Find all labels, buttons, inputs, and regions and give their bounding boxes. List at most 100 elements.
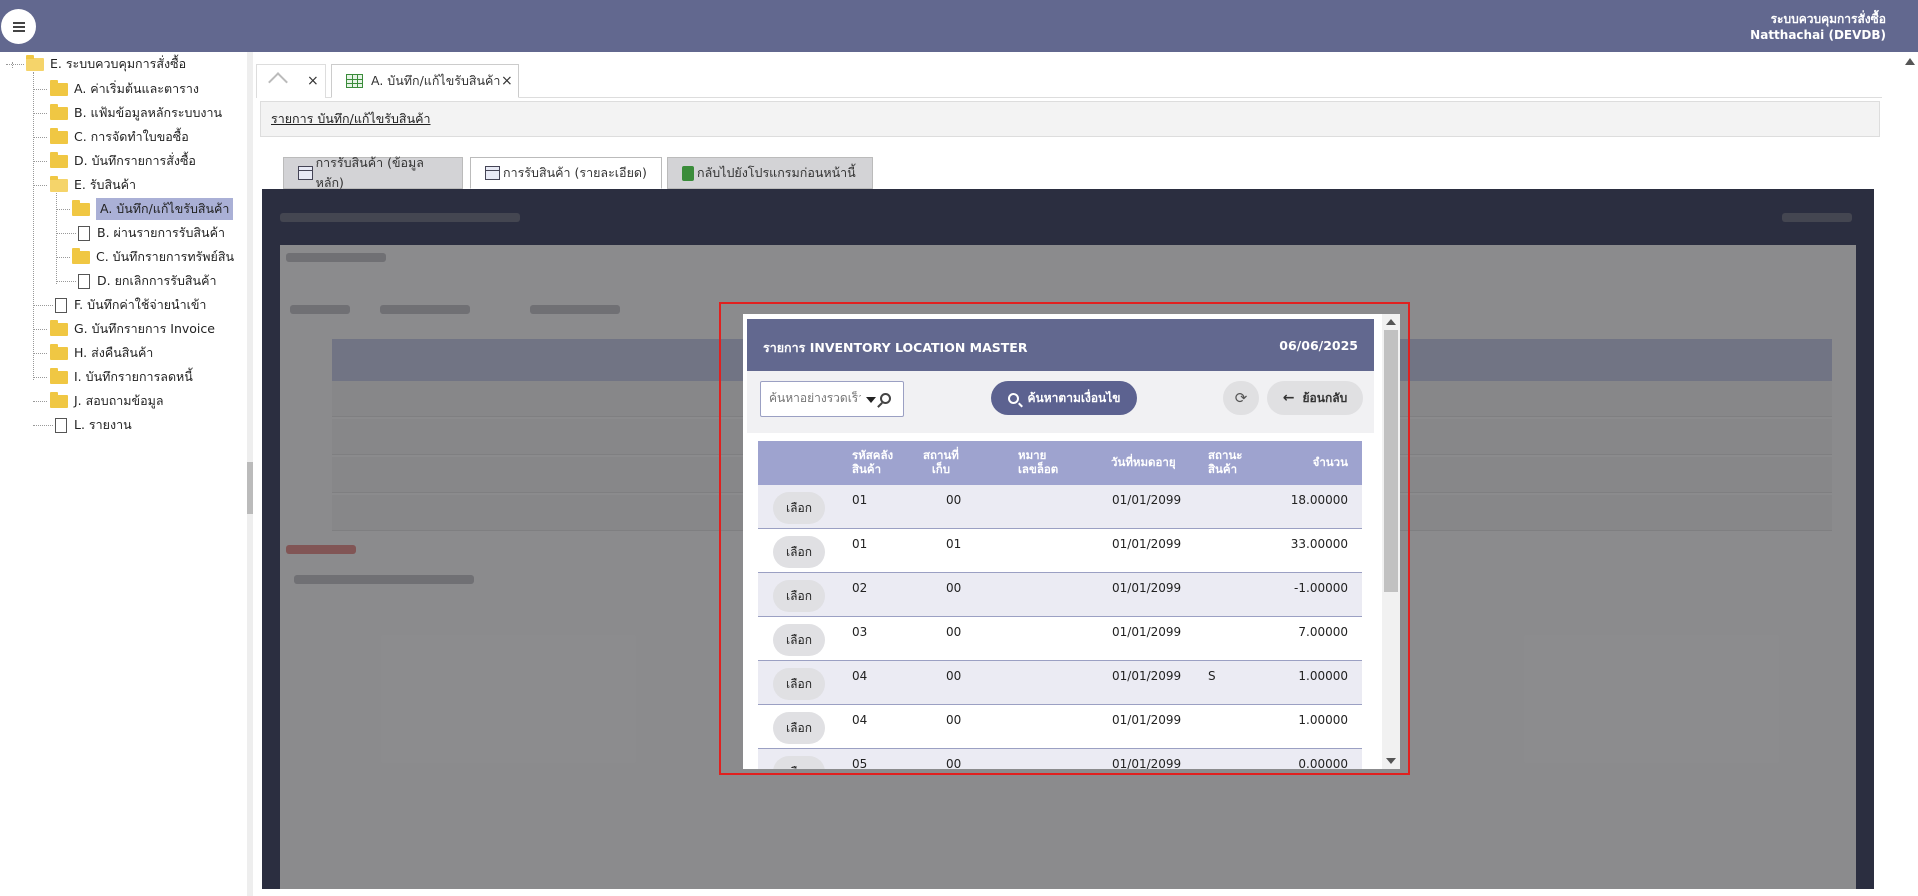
top-header: ระบบควบคุมการสั่งซื้อ Natthachai (DEVDB)	[0, 0, 1918, 52]
dialog-title: รายการ INVENTORY LOCATION MASTER	[763, 340, 1028, 355]
cell-location: 00	[946, 581, 962, 595]
col-lot: หมาย เลขล็อต	[1018, 448, 1059, 476]
table-row[interactable]: เลือก 03 00 01/01/2099 7.00000	[758, 617, 1362, 661]
page-scrollbar[interactable]	[1901, 52, 1918, 896]
tree-item-a[interactable]: A. ค่าเริ่มต้นและตาราง	[50, 78, 199, 100]
select-button[interactable]: เลือก	[773, 668, 825, 700]
back-label: ย้อนกลับ	[1302, 390, 1348, 405]
cell-quantity: 0.00000	[1298, 757, 1348, 769]
cell-quantity: 18.00000	[1290, 493, 1348, 507]
tree-item-f[interactable]: F. บันทึกค่าใช้จ่ายนำเข้า	[55, 294, 206, 316]
col-status: สถานะ สินค้า	[1208, 448, 1243, 476]
subtab-label: การรับสินค้า (รายละเอียด)	[503, 165, 647, 180]
table-row[interactable]: เลือก 01 01 01/01/2099 33.00000	[758, 529, 1362, 573]
tree-item-e[interactable]: E. รับสินค้า	[50, 174, 136, 196]
cell-warehouse: 02	[852, 581, 868, 595]
col-expiry: วันที่หมดอายุ	[1111, 455, 1176, 469]
scroll-down-icon[interactable]	[1386, 758, 1396, 764]
sidebar-scrollbar[interactable]	[247, 52, 253, 896]
home-icon	[269, 75, 289, 89]
table-row[interactable]: เลือก 04 00 01/01/2099 S 1.00000	[758, 661, 1362, 705]
select-button[interactable]: เลือก	[773, 712, 825, 744]
select-button[interactable]: เลือก	[773, 580, 825, 612]
cell-expiry: 01/01/2099	[1112, 493, 1182, 507]
cell-quantity: 1.00000	[1298, 713, 1348, 727]
select-button[interactable]: เลือก	[773, 536, 825, 568]
folder-icon	[50, 103, 68, 120]
close-icon[interactable]: ×	[501, 73, 513, 89]
tree-item-l[interactable]: L. รายงาน	[55, 414, 132, 436]
tab-home[interactable]: ×	[256, 64, 326, 98]
cell-warehouse: 03	[852, 625, 868, 639]
folder-icon	[50, 127, 68, 144]
form-icon	[485, 166, 500, 180]
table-header: รหัสคลัง สินค้า สถานที่ เก็บ หมาย เลขล็อต ว…	[758, 441, 1362, 485]
tree-item-label: C. การจัดทำใบขอซื้อ	[74, 129, 189, 144]
tree-item-label: D. บันทึกรายการสั่งซื้อ	[74, 153, 196, 168]
cell-warehouse: 01	[852, 537, 868, 551]
system-name: ระบบควบคุมการสั่งซื้อ	[1770, 12, 1886, 26]
select-button[interactable]: เลือก	[773, 756, 825, 769]
advanced-search-button[interactable]: ค้นหาตามเงื่อนไข	[991, 381, 1137, 415]
tree-item-label: H. ส่งคืนสินค้า	[74, 345, 154, 360]
dialog-scrollbar[interactable]	[1382, 314, 1400, 769]
subtab-back-program[interactable]: กลับไปยังโปรแกรมก่อนหน้านี้	[667, 157, 873, 189]
cell-warehouse: 04	[852, 669, 868, 683]
cell-expiry: 01/01/2099	[1112, 713, 1182, 727]
close-icon[interactable]: ×	[307, 73, 319, 89]
tree-item-e-d[interactable]: D. ยกเลิกการรับสินค้า	[78, 270, 216, 292]
table-row[interactable]: เลือก 04 00 01/01/2099 1.00000	[758, 705, 1362, 749]
subtab-main-data[interactable]: การรับสินค้า (ข้อมูลหลัก)	[283, 155, 463, 190]
dialog-date: 06/06/2025	[1279, 338, 1358, 353]
tree-item-j[interactable]: J. สอบถามข้อมูล	[50, 390, 163, 412]
cell-quantity: 7.00000	[1298, 625, 1348, 639]
menu-button[interactable]	[1, 9, 36, 44]
quick-search[interactable]	[760, 381, 904, 417]
tree-item-b[interactable]: B. แฟ้มข้อมูลหลักระบบงาน	[50, 102, 222, 124]
table-row[interactable]: เลือก 02 00 01/01/2099 -1.00000	[758, 573, 1362, 617]
breadcrumb: รายการ บันทึก/แก้ไขรับสินค้า	[260, 101, 1880, 137]
folder-icon	[50, 319, 68, 336]
tree-item-label: E. รับสินค้า	[74, 177, 137, 192]
scroll-up-icon[interactable]	[1905, 58, 1915, 65]
tree-item-i[interactable]: I. บันทึกรายการลดหนี้	[50, 366, 193, 388]
tree-item-c[interactable]: C. การจัดทำใบขอซื้อ	[50, 126, 189, 148]
folder-icon	[50, 151, 68, 168]
tree-root[interactable]: E. ระบบควบคุมการสั่งซื้อ	[26, 53, 186, 75]
tab-receive-goods[interactable]: A. บันทึก/แก้ไขรับสินค้า ×	[331, 64, 519, 98]
dropdown-caret-icon[interactable]	[866, 397, 876, 403]
tree-item-d[interactable]: D. บันทึกรายการสั่งซื้อ	[50, 150, 196, 172]
table-row[interactable]: เลือก 05 00 01/01/2099 0.00000	[758, 749, 1362, 769]
cell-location: 00	[946, 669, 962, 683]
col-location: สถานที่ เก็บ	[923, 448, 959, 476]
folder-icon	[72, 247, 90, 264]
cell-location: 00	[946, 757, 962, 769]
tree-item-e-c[interactable]: C. บันทึกรายการทรัพย์สิน	[72, 246, 234, 268]
cell-expiry: 01/01/2099	[1112, 669, 1182, 683]
tree-item-label: I. บันทึกรายการลดหนี้	[74, 369, 193, 384]
inventory-location-dialog: รายการ INVENTORY LOCATION MASTER 06/06/2…	[743, 314, 1384, 769]
tree-root-label: E. ระบบควบคุมการสั่งซื้อ	[50, 56, 187, 71]
cell-quantity: 33.00000	[1290, 537, 1348, 551]
scroll-thumb[interactable]	[1384, 330, 1398, 592]
subtab-label: กลับไปยังโปรแกรมก่อนหน้านี้	[697, 165, 856, 180]
breadcrumb-link[interactable]: รายการ บันทึก/แก้ไขรับสินค้า	[271, 109, 431, 129]
folder-open-icon	[50, 175, 68, 192]
search-icon[interactable]	[880, 393, 891, 404]
tree-item-e-b[interactable]: B. ผ่านรายการรับสินค้า	[78, 222, 225, 244]
back-button[interactable]: ← ย้อนกลับ	[1267, 381, 1363, 415]
select-button[interactable]: เลือก	[773, 624, 825, 656]
refresh-button[interactable]: ⟳	[1223, 381, 1259, 415]
col-warehouse: รหัสคลัง สินค้า	[852, 448, 894, 476]
tree-item-e-a[interactable]: A. บันทึก/แก้ไขรับสินค้า	[72, 198, 234, 220]
tab-label: A. บันทึก/แก้ไขรับสินค้า	[371, 73, 501, 88]
select-button[interactable]: เลือก	[773, 492, 825, 524]
subtab-details[interactable]: การรับสินค้า (รายละเอียด)	[470, 157, 662, 189]
quick-search-input[interactable]	[769, 391, 861, 405]
table-row[interactable]: เลือก 01 00 01/01/2099 18.00000	[758, 485, 1362, 529]
arrow-left-icon: ←	[1282, 390, 1295, 406]
scroll-up-icon[interactable]	[1386, 319, 1396, 325]
tree-item-g[interactable]: G. บันทึกรายการ Invoice	[50, 318, 215, 340]
tree-item-h[interactable]: H. ส่งคืนสินค้า	[50, 342, 153, 364]
document-icon	[78, 225, 90, 241]
